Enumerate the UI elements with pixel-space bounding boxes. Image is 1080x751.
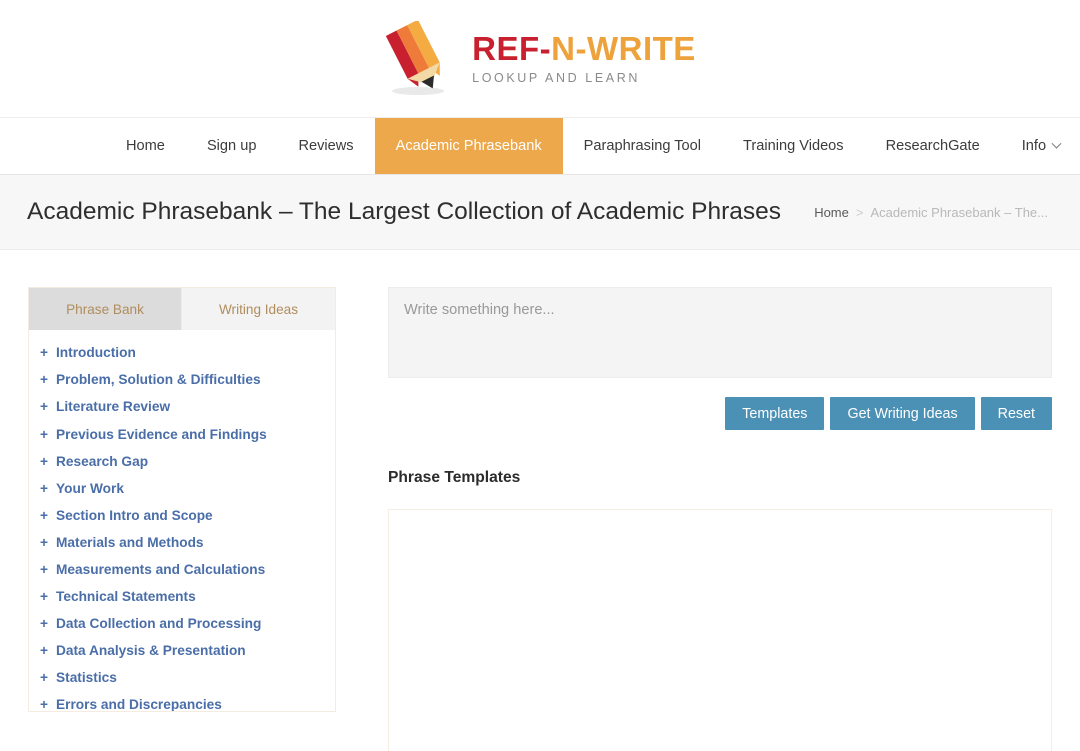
breadcrumb-current: Academic Phrasebank – The...	[870, 204, 1048, 220]
nav-item-reviews[interactable]: Reviews	[277, 118, 374, 174]
expand-icon: +	[40, 507, 48, 523]
list-item-label: Section Intro and Scope	[56, 507, 213, 523]
page-title-bar: Academic Phrasebank – The Largest Collec…	[0, 175, 1080, 250]
list-item[interactable]: + Materials and Methods	[29, 530, 335, 557]
list-item-label: Data Collection and Processing	[56, 616, 262, 632]
phrase-category-list: + Introduction + Problem, Solution & Diffi…	[28, 330, 336, 712]
nav-label: Reviews	[298, 138, 354, 154]
logo-write: WRITE	[587, 30, 696, 68]
nav-label: Sign up	[206, 138, 257, 154]
list-item[interactable]: + Introduction	[29, 340, 335, 367]
breadcrumb-home-link[interactable]: Home	[814, 205, 849, 220]
phrase-templates-results	[388, 509, 1052, 751]
expand-icon: +	[40, 372, 48, 388]
get-writing-ideas-button[interactable]: Get Writing Ideas	[830, 397, 975, 430]
list-item[interactable]: + Problem, Solution & Difficulties	[29, 367, 335, 394]
expand-icon: +	[40, 697, 48, 712]
nav-label: Paraphrasing Tool	[583, 138, 701, 154]
reset-button[interactable]: Reset	[980, 397, 1052, 430]
nav-item-academic-phrasebank[interactable]: Academic Phrasebank	[374, 118, 563, 174]
list-item-label: Technical Statements	[56, 589, 196, 604]
phrasebank-main-panel: Templates Get Writing Ideas Reset Phrase…	[388, 287, 1052, 751]
list-item[interactable]: + Research Gap	[29, 448, 335, 475]
chevron-down-icon	[1051, 138, 1062, 149]
list-item[interactable]: + Section Intro and Scope	[29, 502, 335, 529]
results-heading: Phrase Templates	[388, 469, 521, 486]
nav-item-home[interactable]: Home	[105, 118, 186, 174]
nav-item-researchgate[interactable]: ResearchGate	[865, 118, 1001, 174]
expand-icon: +	[40, 616, 48, 632]
list-item[interactable]: + Errors and Discrepancies	[29, 692, 335, 712]
breadcrumb: Home > Academic Phrasebank – The...	[814, 205, 1048, 220]
expand-icon: +	[40, 345, 48, 361]
expand-icon: +	[40, 561, 48, 577]
expand-icon: +	[40, 480, 48, 496]
nav-item-paraphrasing-tool[interactable]: Paraphrasing Tool	[563, 118, 722, 174]
expand-icon: +	[40, 534, 48, 550]
site-logo[interactable]: REF-N-WRITE LOOKUP AND LEARN	[384, 20, 696, 97]
list-item-label: Statistics	[56, 670, 117, 686]
phrasebank-sidebar: Phrase Bank Writing Ideas + Introduction …	[28, 287, 336, 751]
list-item-label: Problem, Solution & Difficulties	[56, 372, 261, 388]
expand-icon: +	[40, 670, 48, 686]
list-item[interactable]: + Statistics	[29, 665, 335, 692]
list-item-label: Previous Evidence and Findings	[56, 426, 267, 442]
action-button-row: Templates Get Writing Ideas Reset	[388, 397, 1052, 430]
expand-icon: +	[40, 453, 48, 469]
nav-label: Home	[126, 138, 165, 154]
list-item[interactable]: + Literature Review	[29, 394, 335, 421]
list-item[interactable]: + Data Collection and Processing	[29, 611, 335, 638]
pencil-icon	[384, 20, 456, 97]
main-navigation: Home Sign up Reviews Academic Phrasebank…	[0, 118, 1080, 175]
breadcrumb-separator-icon: >	[855, 204, 864, 220]
nav-label: Info	[1021, 138, 1047, 154]
expand-icon: +	[40, 399, 48, 415]
nav-label: ResearchGate	[885, 138, 980, 154]
nav-item-sign-up[interactable]: Sign up	[186, 118, 278, 174]
logo-wordmark: REF-N-WRITE LOOKUP AND LEARN	[472, 32, 696, 85]
logo-n: N	[551, 30, 576, 68]
list-item-label: Literature Review	[56, 399, 171, 415]
list-item-label: Research Gap	[56, 453, 149, 469]
nav-item-training-videos[interactable]: Training Videos	[722, 118, 865, 174]
logo-tagline: LOOKUP AND LEARN	[472, 71, 640, 86]
tab-label: Phrase Bank	[66, 301, 144, 317]
site-header: REF-N-WRITE LOOKUP AND LEARN	[0, 0, 1080, 118]
list-item-label: Data Analysis & Presentation	[56, 643, 246, 659]
expand-icon: +	[40, 643, 48, 659]
nav-label: Academic Phrasebank	[395, 138, 542, 154]
list-item-label: Introduction	[56, 345, 136, 361]
list-item[interactable]: + Previous Evidence and Findings	[29, 421, 335, 448]
nav-label: Training Videos	[743, 138, 844, 154]
tab-label: Writing Ideas	[218, 301, 299, 317]
page-content: Phrase Bank Writing Ideas + Introduction …	[0, 250, 1080, 751]
templates-button[interactable]: Templates	[725, 397, 825, 430]
list-item[interactable]: + Data Analysis & Presentation	[29, 638, 335, 665]
search-input[interactable]	[388, 287, 1052, 378]
list-item-label: Your Work	[56, 480, 124, 496]
expand-icon: +	[40, 426, 48, 442]
list-item-label: Measurements and Calculations	[56, 561, 266, 577]
list-item-label: Errors and Discrepancies	[56, 697, 222, 712]
list-item[interactable]: + Measurements and Calculations	[29, 557, 335, 584]
list-item-label: Materials and Methods	[56, 534, 204, 550]
page-title: Academic Phrasebank – The Largest Collec…	[27, 198, 782, 225]
nav-item-info[interactable]: Info	[1001, 118, 1080, 174]
tab-phrase-bank[interactable]: Phrase Bank	[28, 287, 182, 330]
tab-writing-ideas[interactable]: Writing Ideas	[182, 287, 336, 330]
sidebar-tabs: Phrase Bank Writing Ideas	[28, 287, 336, 330]
list-item[interactable]: + Technical Statements	[29, 584, 335, 611]
list-item[interactable]: + Your Work	[29, 475, 335, 502]
logo-ref: REF-	[472, 30, 552, 68]
logo-dash: -	[575, 30, 587, 68]
expand-icon: +	[40, 589, 48, 604]
